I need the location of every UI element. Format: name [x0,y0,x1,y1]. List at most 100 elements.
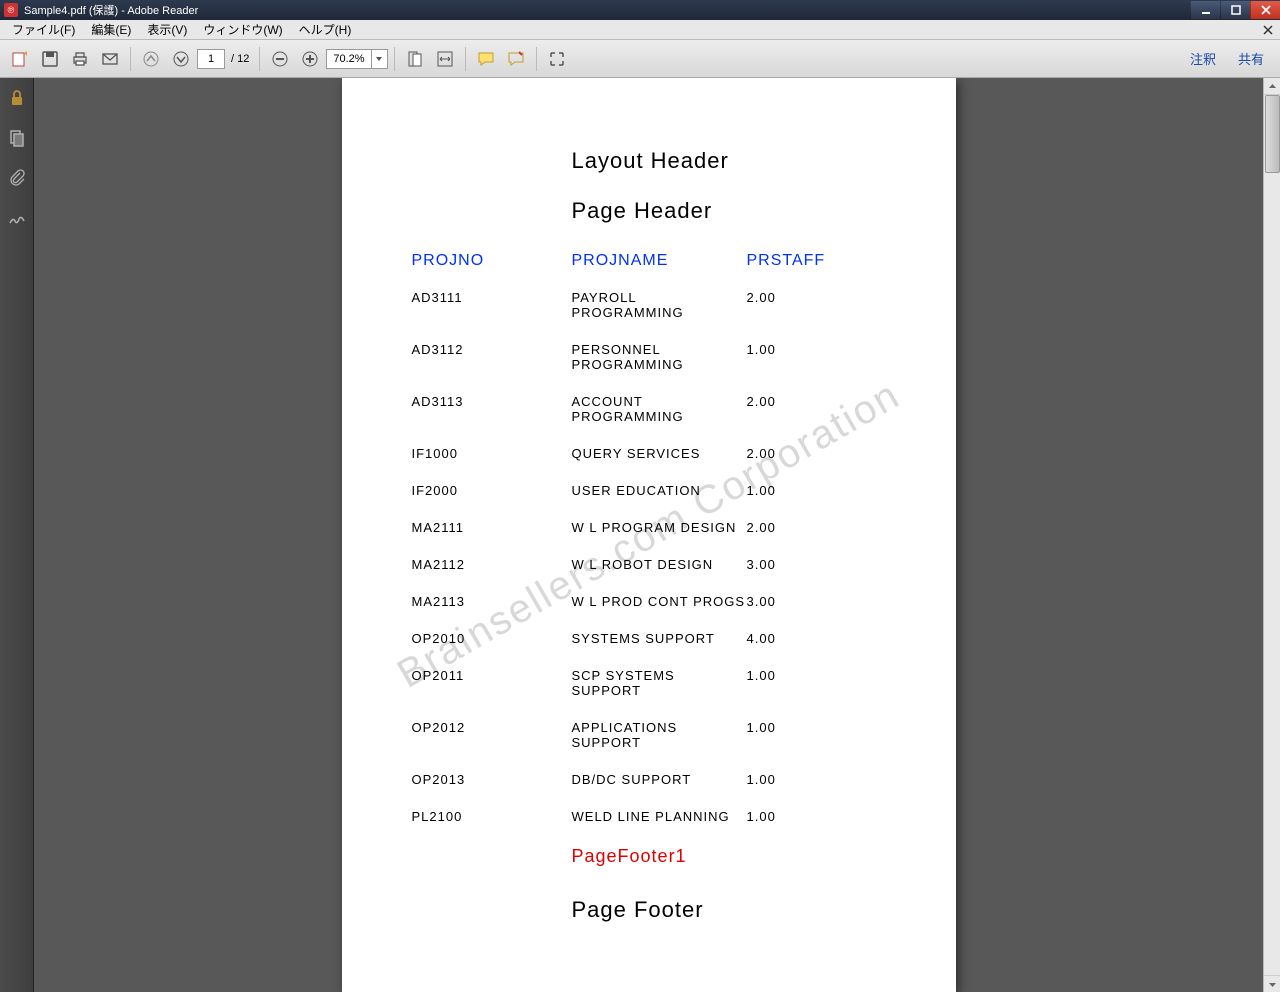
table-row: MA2111W L PROGRAM DESIGN2.00 [412,520,886,535]
menu-edit[interactable]: 編集(E) [83,20,139,39]
cell-c1: AD3111 [412,290,572,320]
zoom-value: 70.2% [327,53,370,65]
comment-button[interactable] [472,45,500,73]
table-row: IF1000QUERY SERVICES2.00 [412,446,886,461]
cell-c2: SYSTEMS SUPPORT [572,631,747,646]
cell-c1: AD3112 [412,342,572,372]
cell-c2: WELD LINE PLANNING [572,809,747,824]
menubar-close-button[interactable] [1260,22,1276,38]
cell-c3: 1.00 [747,483,776,498]
close-button[interactable] [1250,1,1280,19]
cell-c3: 1.00 [747,668,776,698]
cell-c1: PL2100 [412,809,572,824]
cell-c3: 2.00 [747,394,776,424]
cell-c2: W L PROGRAM DESIGN [572,520,747,535]
menu-window[interactable]: ウィンドウ(W) [195,20,290,39]
cell-c1: OP2011 [412,668,572,698]
cell-c1: IF2000 [412,483,572,498]
table-header-row: PROJNO PROJNAME PRSTAFF [412,252,886,270]
page-footer-1: PageFooter1 [572,846,886,867]
toolbar-separator [130,47,131,71]
fit-width-button[interactable] [431,45,459,73]
signatures-icon[interactable] [5,206,29,230]
toolbar-separator [394,47,395,71]
attachments-icon[interactable] [5,166,29,190]
cell-c3: 1.00 [747,720,776,750]
zoom-in-button[interactable] [296,45,324,73]
thumbnails-icon[interactable] [5,126,29,150]
menu-view[interactable]: 表示(V) [139,20,195,39]
col-projno: PROJNO [412,252,572,270]
cell-c1: MA2112 [412,557,572,572]
table-row: AD3113ACCOUNT PROGRAMMING2.00 [412,394,886,424]
vertical-scrollbar[interactable] [1263,78,1280,992]
pdf-page: Brainsellers.com Corporation Layout Head… [342,78,956,992]
cell-c3: 2.00 [747,290,776,320]
zoom-out-button[interactable] [266,45,294,73]
cell-c2: QUERY SERVICES [572,446,747,461]
cell-c2: PAYROLL PROGRAMMING [572,290,747,320]
minimize-button[interactable] [1190,1,1220,19]
table-row: OP2010SYSTEMS SUPPORT4.00 [412,631,886,646]
menu-file[interactable]: ファイル(F) [4,20,83,39]
toolbar: / 12 70.2% 注釈 共有 [0,40,1280,78]
cell-c2: USER EDUCATION [572,483,747,498]
save-button[interactable] [36,45,64,73]
cell-c3: 2.00 [747,520,776,535]
lock-icon[interactable] [5,86,29,110]
cell-c1: OP2010 [412,631,572,646]
document-viewport[interactable]: Brainsellers.com Corporation Layout Head… [34,78,1263,992]
annotate-link[interactable]: 注釈 [1180,47,1226,70]
cell-c2: W L ROBOT DESIGN [572,557,747,572]
titlebar: ℗ Sample4.pdf (保護) - Adobe Reader [0,0,1280,20]
layout-header: Layout Header [572,148,886,174]
table-row: MA2113W L PROD CONT PROGS3.00 [412,594,886,609]
zoom-select[interactable]: 70.2% [326,49,387,69]
page-footer: Page Footer [572,897,886,923]
scroll-thumb[interactable] [1265,95,1280,173]
table-row: AD3112PERSONNEL PROGRAMMING1.00 [412,342,886,372]
table-row: IF2000USER EDUCATION1.00 [412,483,886,498]
cell-c1: MA2111 [412,520,572,535]
toolbar-separator [536,47,537,71]
cell-c1: IF1000 [412,446,572,461]
toolbar-separator [465,47,466,71]
page-up-button[interactable] [137,45,165,73]
cell-c2: APPLICATIONS SUPPORT [572,720,747,750]
page-number-input[interactable] [197,49,225,69]
share-link[interactable]: 共有 [1228,47,1274,70]
cell-c2: PERSONNEL PROGRAMMING [572,342,747,372]
cell-c3: 1.00 [747,772,776,787]
table-row: OP2013DB/DC SUPPORT1.00 [412,772,886,787]
table-row: OP2012APPLICATIONS SUPPORT1.00 [412,720,886,750]
cell-c1: AD3113 [412,394,572,424]
maximize-button[interactable] [1220,1,1250,19]
cell-c2: ACCOUNT PROGRAMMING [572,394,747,424]
table-row: MA2112W L ROBOT DESIGN3.00 [412,557,886,572]
col-projname: PROJNAME [572,252,747,270]
cell-c3: 3.00 [747,594,776,609]
menu-help[interactable]: ヘルプ(H) [291,20,360,39]
cell-c2: DB/DC SUPPORT [572,772,747,787]
page-down-button[interactable] [167,45,195,73]
cell-c2: SCP SYSTEMS SUPPORT [572,668,747,698]
scroll-down-button[interactable] [1264,975,1280,992]
toolbar-separator [259,47,260,71]
sidebar [0,78,34,992]
cell-c1: MA2113 [412,594,572,609]
print-button[interactable] [66,45,94,73]
table-row: AD3111PAYROLL PROGRAMMING2.00 [412,290,886,320]
export-pdf-button[interactable] [6,45,34,73]
cell-c1: OP2013 [412,772,572,787]
read-mode-button[interactable] [543,45,571,73]
data-table: PROJNO PROJNAME PRSTAFF AD3111PAYROLL PR… [412,252,886,824]
table-row: PL2100WELD LINE PLANNING1.00 [412,809,886,824]
cell-c1: OP2012 [412,720,572,750]
window-title: Sample4.pdf (保護) - Adobe Reader [24,2,198,18]
page-header: Page Header [572,198,886,224]
email-button[interactable] [96,45,124,73]
page-total-label: / 12 [231,53,249,65]
scroll-up-button[interactable] [1264,78,1280,95]
fit-page-button[interactable] [401,45,429,73]
highlight-button[interactable] [502,45,530,73]
